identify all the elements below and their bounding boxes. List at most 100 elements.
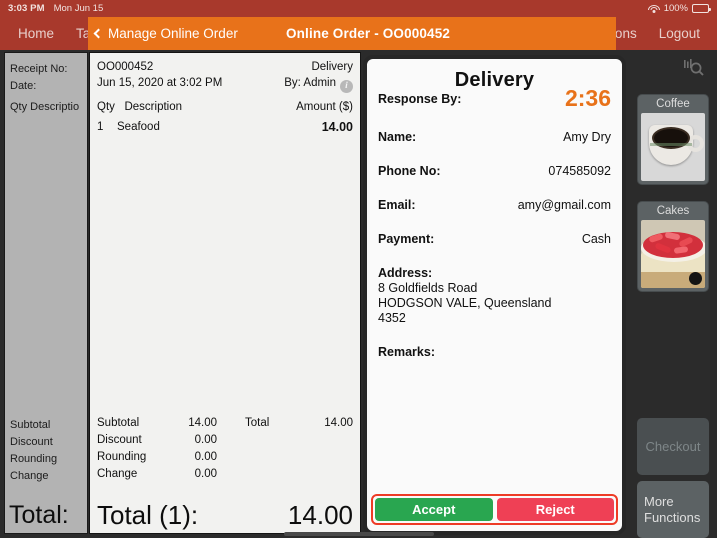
order-receipt-panel: OO000452 Delivery Jun 15, 2020 at 3:02 P… bbox=[89, 52, 361, 534]
nav-item-logout[interactable]: Logout bbox=[648, 26, 711, 41]
accept-button[interactable]: Accept bbox=[375, 498, 493, 521]
receipt-col-amount: Amount ($) bbox=[296, 100, 353, 113]
address-block: Address: 8 Goldfields Road HODGSON VALE,… bbox=[378, 266, 611, 326]
battery-percent-label: 100% bbox=[663, 3, 688, 14]
receipt-number: OO000452 bbox=[97, 61, 154, 73]
field-row-name: Name: Amy Dry bbox=[378, 130, 611, 144]
ghost-receipt-no-label: Receipt No: bbox=[10, 63, 68, 75]
receipt-datetime: Jun 15, 2020 at 3:02 PM bbox=[97, 77, 223, 89]
countdown-timer: 2:36 bbox=[564, 85, 611, 111]
summary-label-change: Change bbox=[97, 468, 138, 480]
line-qty: 1 bbox=[97, 120, 104, 133]
ios-status-bar: 3:03 PM Mon Jun 15 100% bbox=[0, 0, 717, 17]
address-line-3: 4352 bbox=[378, 311, 406, 325]
more-functions-button-label: More Functions bbox=[644, 494, 700, 526]
summary-label-discount: Discount bbox=[97, 434, 142, 446]
receipt-operator: By: Admin i bbox=[284, 75, 353, 93]
ghost-discount-label: Discount bbox=[10, 436, 53, 448]
home-indicator bbox=[283, 532, 434, 536]
summary-value-rounding: 0.00 bbox=[194, 451, 217, 463]
ghost-receipt-head: Receipt No: Date: bbox=[5, 53, 87, 95]
receipt-summary-right: Total 14.00 bbox=[245, 415, 353, 483]
table-row[interactable]: 1 Seafood 14.00 bbox=[90, 116, 360, 136]
address-label: Address: bbox=[378, 266, 433, 280]
accept-button-label: Accept bbox=[412, 502, 456, 517]
category-tile-label: Coffee bbox=[656, 98, 690, 110]
summary-value-total: 14.00 bbox=[324, 417, 353, 429]
reject-button-label: Reject bbox=[535, 502, 575, 517]
receipt-summary-grid: Subtotal 14.00 Discount 0.00 Rounding 0.… bbox=[90, 415, 360, 483]
more-functions-button[interactable]: More Functions bbox=[637, 481, 709, 538]
page-title: Online Order - OO000452 bbox=[286, 26, 451, 41]
info-icon[interactable]: i bbox=[340, 79, 353, 93]
background-receipt-panel: Receipt No: Date: Qty Descriptio Subtota… bbox=[4, 52, 88, 534]
receipt-column-headers: Qty Description Amount ($) bbox=[90, 93, 360, 116]
back-button-label: Manage Online Order bbox=[108, 26, 238, 41]
summary-value-change: 0.00 bbox=[194, 468, 217, 480]
category-rail: Coffee Cakes Checkout More Functions bbox=[629, 50, 717, 538]
receipt-order-type: Delivery bbox=[311, 61, 353, 73]
nav-right-group: ions Logout bbox=[601, 26, 717, 41]
name-value: Amy Dry bbox=[563, 130, 611, 144]
back-button[interactable]: Manage Online Order bbox=[88, 26, 238, 41]
chevron-left-icon bbox=[93, 28, 104, 39]
receipt-summary-left: Subtotal 14.00 Discount 0.00 Rounding 0.… bbox=[97, 415, 245, 483]
checkout-button-label: Checkout bbox=[645, 438, 701, 454]
field-row-email: Email: amy@gmail.com bbox=[378, 198, 611, 212]
summary-row-change: Change 0.00 bbox=[97, 466, 245, 483]
pos-app-window: 3:03 PM Mon Jun 15 100% Home Table ions … bbox=[0, 0, 717, 538]
grand-total-value: 14.00 bbox=[287, 500, 353, 530]
ghost-total-label: Total: bbox=[9, 501, 69, 529]
summary-value-subtotal: 14.00 bbox=[188, 417, 217, 429]
receipt-number-row: OO000452 Delivery bbox=[90, 53, 360, 75]
delivery-modal-content: Delivery Response By: 2:36 Name: Amy Dry… bbox=[367, 59, 622, 531]
delivery-order-modal: Delivery Response By: 2:36 Name: Amy Dry… bbox=[363, 55, 626, 535]
status-time: 3:03 PM bbox=[8, 3, 45, 14]
nav-item-home[interactable]: Home bbox=[7, 26, 65, 41]
receipt-operator-label: By: Admin bbox=[284, 77, 336, 89]
status-date: Mon Jun 15 bbox=[53, 3, 104, 14]
summary-row-subtotal: Subtotal 14.00 bbox=[97, 415, 245, 432]
payment-label: Payment: bbox=[378, 232, 435, 246]
address-line-1: 8 Goldfields Road bbox=[378, 281, 478, 295]
ghost-change-label: Change bbox=[10, 470, 49, 482]
coffee-cup-image bbox=[641, 113, 705, 181]
phone-label: Phone No: bbox=[378, 164, 441, 178]
summary-label-total: Total bbox=[245, 417, 270, 429]
grand-total-label: Total (1): bbox=[97, 500, 199, 530]
category-tile-label: Cakes bbox=[656, 205, 690, 217]
modal-action-bar: Accept Reject bbox=[371, 494, 618, 525]
receipt-datetime-row: Jun 15, 2020 at 3:02 PM By: Admin i bbox=[90, 75, 360, 93]
summary-value-discount: 0.00 bbox=[194, 434, 217, 446]
online-order-header-bar: Manage Online Order Online Order - OO000… bbox=[88, 17, 616, 50]
ghost-column-headers: Qty Descriptio bbox=[10, 101, 80, 113]
line-description: Seafood bbox=[117, 120, 160, 133]
ghost-subtotal-label: Subtotal bbox=[10, 419, 51, 431]
more-functions-line1: More bbox=[644, 493, 674, 509]
strawberry-cake-image bbox=[641, 220, 705, 288]
receipt-col-qty: Qty bbox=[97, 100, 115, 113]
summary-label-subtotal: Subtotal bbox=[97, 417, 140, 429]
receipt-summary: Subtotal 14.00 Discount 0.00 Rounding 0.… bbox=[90, 415, 360, 483]
category-tile-cakes[interactable]: Cakes bbox=[637, 201, 709, 292]
status-indicators: 100% bbox=[647, 3, 711, 14]
field-row-phone: Phone No: 074585092 bbox=[378, 164, 611, 178]
field-row-payment: Payment: Cash bbox=[378, 232, 611, 246]
search-icon[interactable] bbox=[682, 58, 706, 80]
phone-value: 074585092 bbox=[548, 164, 611, 178]
remarks-label: Remarks: bbox=[378, 345, 435, 359]
remarks-block: Remarks: bbox=[378, 345, 611, 359]
summary-row-rounding: Rounding 0.00 bbox=[97, 449, 245, 466]
checkout-button[interactable]: Checkout bbox=[637, 418, 709, 475]
category-tile-coffee[interactable]: Coffee bbox=[637, 94, 709, 185]
response-by-label: Response By: bbox=[378, 92, 462, 106]
receipt-col-description: Description bbox=[124, 100, 183, 113]
reject-button[interactable]: Reject bbox=[496, 498, 614, 521]
summary-row-discount: Discount 0.00 bbox=[97, 432, 245, 449]
ghost-date-label: Date: bbox=[10, 80, 37, 92]
line-amount: 14.00 bbox=[321, 119, 353, 134]
name-label: Name: bbox=[378, 130, 417, 144]
wifi-icon bbox=[647, 4, 660, 14]
email-label: Email: bbox=[378, 198, 416, 212]
receipt-col-qty-desc: Qty Description bbox=[97, 99, 182, 116]
